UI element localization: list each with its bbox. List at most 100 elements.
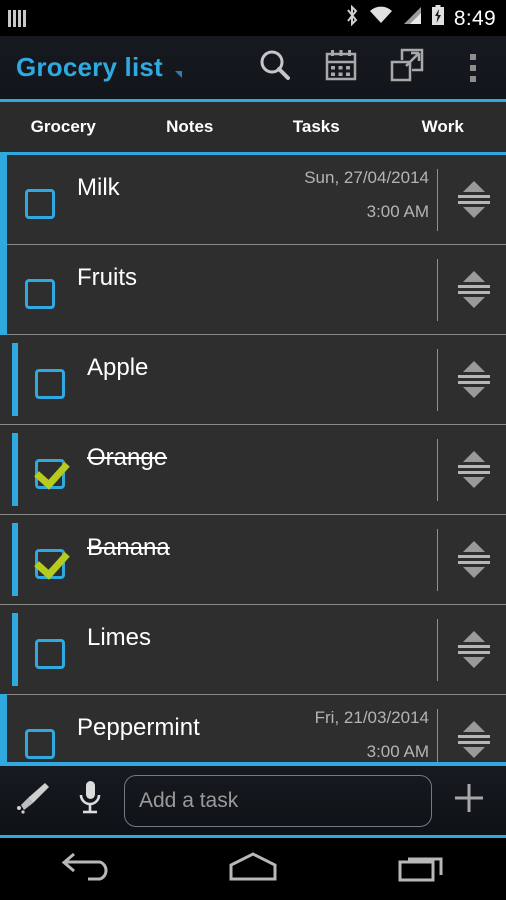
chevron-up-icon xyxy=(463,541,485,552)
drag-handle[interactable] xyxy=(450,361,498,398)
row-checkbox-area[interactable] xyxy=(25,180,55,219)
task-due-date: Fri, 21/03/2014 xyxy=(314,707,429,727)
task-due: Sun, 27/04/2014 3:00 AM xyxy=(304,166,437,234)
wifi-icon xyxy=(369,6,393,30)
handle-lines xyxy=(458,195,490,204)
home-button[interactable] xyxy=(198,838,308,900)
add-task-bar xyxy=(0,762,506,838)
battery-charging-icon xyxy=(431,5,445,31)
chevron-down-icon xyxy=(463,747,485,758)
table-row[interactable]: Apple xyxy=(0,335,506,425)
table-row[interactable]: Milk Sun, 27/04/2014 3:00 AM xyxy=(0,155,506,245)
chevron-down-icon xyxy=(463,387,485,398)
row-level-bar xyxy=(0,155,7,245)
chevron-down-icon xyxy=(463,207,485,218)
table-row[interactable]: Fruits xyxy=(0,244,506,335)
back-button[interactable] xyxy=(29,838,139,900)
tab-work[interactable]: Work xyxy=(380,102,506,152)
drag-handle[interactable] xyxy=(450,541,498,578)
divider xyxy=(437,618,438,681)
row-level-bar xyxy=(12,613,18,686)
handle-lines xyxy=(458,285,490,294)
action-bar-buttons xyxy=(242,35,506,101)
equalizer-bars-icon xyxy=(8,9,26,27)
tab-label: Notes xyxy=(166,117,214,136)
checkbox[interactable] xyxy=(25,189,55,219)
voice-input-button[interactable] xyxy=(62,780,118,821)
overflow-menu-icon xyxy=(470,53,476,82)
row-checkbox-area[interactable] xyxy=(35,540,65,579)
row-checkbox-area[interactable] xyxy=(35,450,65,489)
checkbox[interactable] xyxy=(25,279,55,309)
row-checkbox-area[interactable] xyxy=(25,720,55,759)
action-bar: Grocery list xyxy=(0,36,506,102)
add-task-input[interactable] xyxy=(139,788,417,813)
table-row[interactable]: Orange xyxy=(0,425,506,515)
search-icon xyxy=(258,48,292,87)
task-list[interactable]: Milk Sun, 27/04/2014 3:00 AM Fruits Appl… xyxy=(0,155,506,762)
microphone-icon xyxy=(77,780,103,821)
bluetooth-icon xyxy=(345,4,360,31)
checkbox[interactable] xyxy=(35,549,65,579)
divider xyxy=(437,348,438,411)
task-due-date: Sun, 27/04/2014 xyxy=(304,167,429,187)
task-title: Milk xyxy=(77,173,120,201)
tab-notes[interactable]: Notes xyxy=(127,102,254,152)
row-checkbox-area[interactable] xyxy=(35,360,65,399)
recents-button[interactable] xyxy=(367,838,477,900)
drag-handle[interactable] xyxy=(450,451,498,488)
task-title: Orange xyxy=(87,443,168,471)
add-task-button[interactable] xyxy=(438,780,500,821)
table-row[interactable]: Banana xyxy=(0,515,506,605)
chevron-up-icon xyxy=(463,451,485,462)
handle-lines xyxy=(458,735,490,744)
checkbox[interactable] xyxy=(25,729,55,759)
drag-handle[interactable] xyxy=(450,721,498,758)
calendar-button[interactable] xyxy=(308,35,374,101)
status-bar-left xyxy=(8,9,26,27)
android-nav-bar xyxy=(0,838,506,900)
broom-clean-icon xyxy=(15,781,53,820)
clear-completed-button[interactable] xyxy=(6,781,62,820)
calendar-icon xyxy=(325,49,357,86)
task-title: Peppermint xyxy=(77,713,200,741)
row-checkbox-area[interactable] xyxy=(35,630,65,669)
title-dropdown-caret-icon[interactable] xyxy=(174,71,182,78)
checkbox[interactable] xyxy=(35,369,65,399)
share-button[interactable] xyxy=(374,35,440,101)
task-title: Banana xyxy=(87,533,170,561)
recents-icon xyxy=(397,851,447,888)
tab-label: Grocery xyxy=(30,117,96,136)
divider xyxy=(437,438,438,501)
tab-tasks[interactable]: Tasks xyxy=(253,102,380,152)
page-title[interactable]: Grocery list xyxy=(16,52,163,83)
drag-handle[interactable] xyxy=(450,631,498,668)
row-level-bar xyxy=(12,343,18,416)
row-level-bar xyxy=(0,244,7,335)
task-due: Fri, 21/03/2014 3:00 AM xyxy=(315,706,437,763)
tab-grocery[interactable]: Grocery xyxy=(0,102,127,152)
row-level-bar xyxy=(12,433,18,506)
task-title: Apple xyxy=(87,353,149,381)
drag-handle[interactable] xyxy=(450,181,498,218)
chevron-down-icon xyxy=(463,477,485,488)
tab-bar: Grocery Notes Tasks Work xyxy=(0,102,506,152)
share-external-icon xyxy=(390,48,424,87)
row-level-bar xyxy=(12,523,18,596)
table-row[interactable]: Limes xyxy=(0,605,506,695)
checkbox[interactable] xyxy=(35,459,65,489)
checkbox[interactable] xyxy=(35,639,65,669)
back-arrow-icon xyxy=(58,851,110,888)
status-bar-right: 8:49 xyxy=(345,4,496,31)
row-checkbox-area[interactable] xyxy=(25,270,55,309)
plus-icon xyxy=(451,780,487,821)
add-task-input-wrapper[interactable] xyxy=(124,774,432,827)
divider xyxy=(437,528,438,591)
search-button[interactable] xyxy=(242,35,308,101)
handle-lines xyxy=(458,555,490,564)
table-row[interactable]: Peppermint Fri, 21/03/2014 3:00 AM xyxy=(0,694,506,763)
overflow-menu-button[interactable] xyxy=(440,35,506,101)
drag-handle[interactable] xyxy=(450,271,498,308)
chevron-up-icon xyxy=(463,181,485,192)
chevron-up-icon xyxy=(463,271,485,282)
